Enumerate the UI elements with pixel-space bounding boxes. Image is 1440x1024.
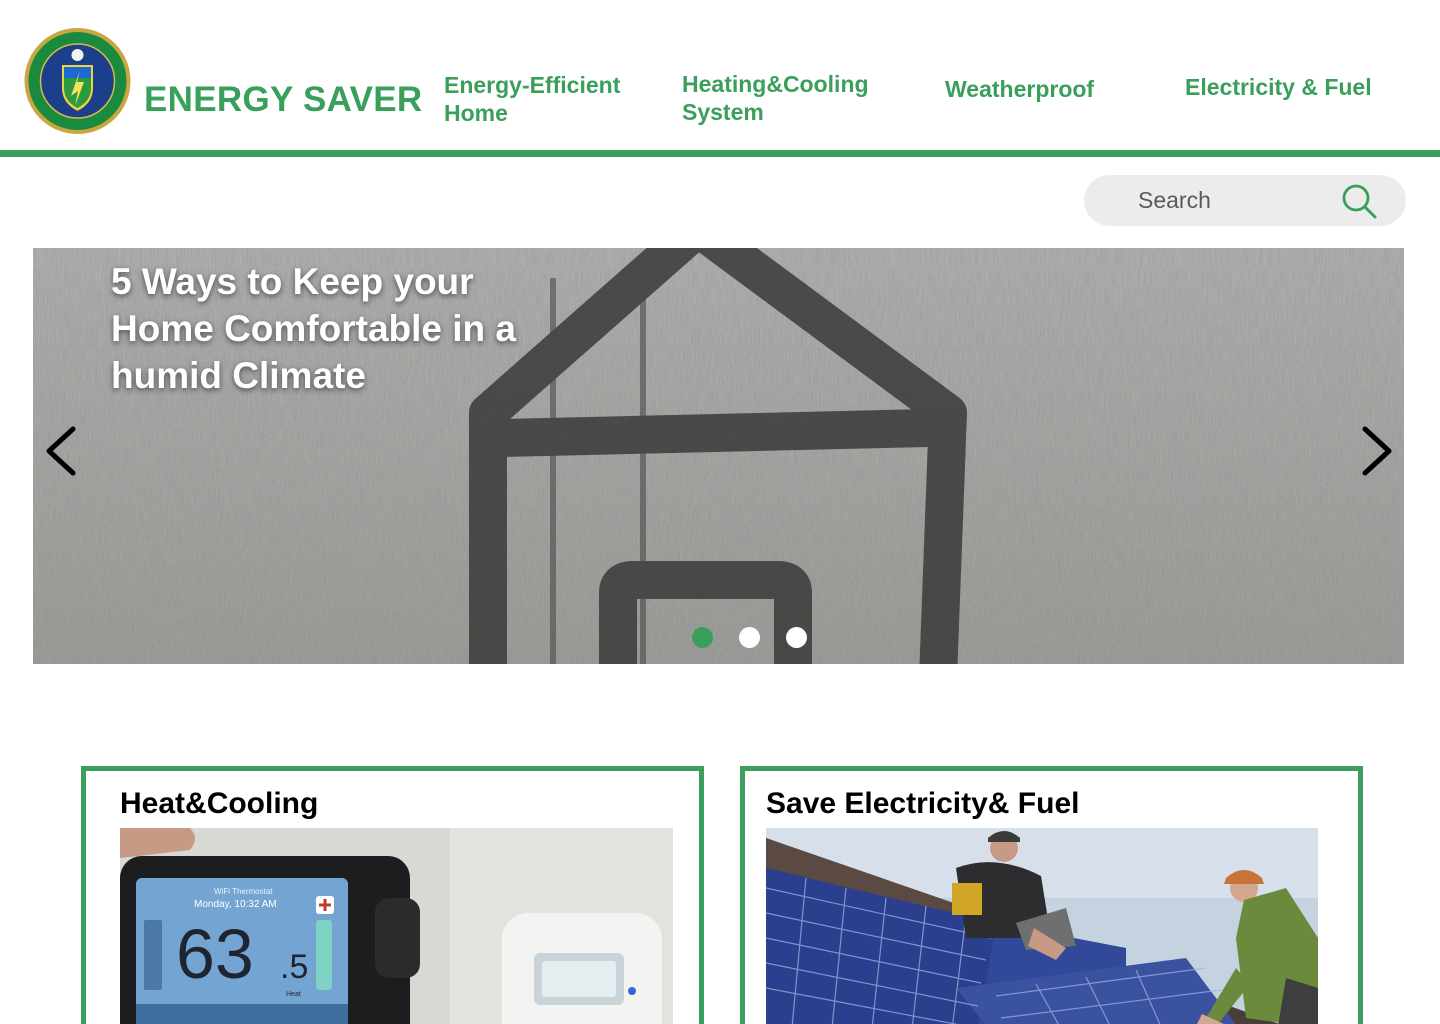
solar-panel-installers-photo[interactable] — [766, 828, 1318, 1024]
nav-weatherproof[interactable]: Weatherproof — [945, 75, 1094, 103]
brand-title[interactable]: ENERGY SAVER — [144, 80, 423, 120]
search-icon[interactable] — [1340, 182, 1378, 220]
card-save-electricity-fuel[interactable]: Save Electricity& Fuel — [740, 766, 1363, 1024]
search-input[interactable] — [1138, 183, 1338, 218]
hero-title[interactable]: 5 Ways to Keep your Home Comfortable in … — [111, 258, 571, 399]
chevron-right-icon[interactable] — [1357, 423, 1397, 479]
nav-heating-cooling-system[interactable]: Heating&Cooling System — [682, 70, 882, 126]
carousel-dot-3[interactable] — [786, 627, 807, 648]
carousel-dot-1[interactable] — [692, 627, 713, 648]
header-divider — [0, 150, 1440, 157]
svg-text:Heat: Heat — [286, 991, 301, 998]
card-title[interactable]: Save Electricity& Fuel — [766, 787, 1079, 821]
thermostat-time: Monday, 10:32 AM — [194, 899, 277, 910]
nav-electricity-fuel[interactable]: Electricity & Fuel — [1185, 73, 1372, 101]
svg-text:.5: .5 — [280, 948, 308, 986]
chevron-left-icon[interactable] — [41, 423, 81, 479]
carousel-dot-2[interactable] — [739, 627, 760, 648]
doe-seal-icon[interactable] — [24, 26, 131, 136]
svg-text:WiFi Thermostat: WiFi Thermostat — [214, 887, 273, 896]
nav-energy-efficient-home[interactable]: Energy-Efficient Home — [444, 71, 634, 127]
site-header: ENERGY SAVER Energy-Efficient Home Heati… — [0, 0, 1440, 158]
card-heat-cooling[interactable]: Heat&Cooling WiFi Thermostat Monday, 10:… — [81, 766, 704, 1024]
svg-text:63: 63 — [176, 915, 254, 993]
hero-carousel: 5 Ways to Keep your Home Comfortable in … — [33, 248, 1404, 664]
card-title[interactable]: Heat&Cooling — [120, 787, 318, 821]
thermostat-photo[interactable]: WiFi Thermostat Monday, 10:32 AM 63 .5 H… — [120, 828, 673, 1024]
